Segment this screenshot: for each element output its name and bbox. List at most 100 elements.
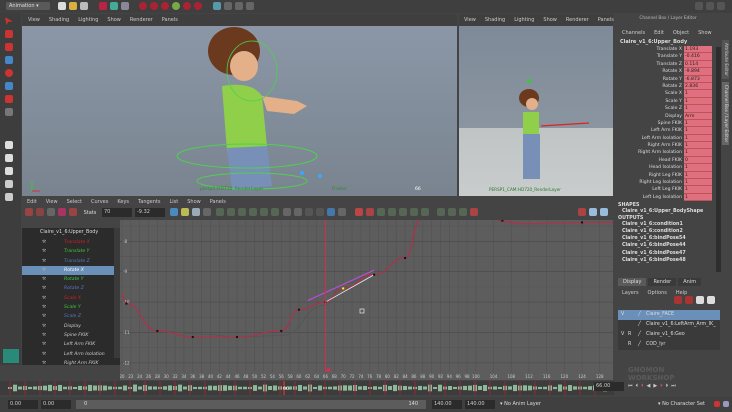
menu-panels[interactable]: Panels bbox=[162, 17, 178, 23]
menu-keys[interactable]: Keys bbox=[117, 199, 129, 205]
channel-row[interactable]: Right Arm Isolation 1 bbox=[614, 149, 722, 157]
post-infinity-cycle-icon[interactable] bbox=[398, 208, 407, 216]
channel-row[interactable]: Left Leg Isolation 1 bbox=[614, 193, 722, 202]
start-time-field[interactable]: 0.00 bbox=[8, 400, 38, 409]
move-tool-icon[interactable] bbox=[5, 56, 13, 64]
auto-tangent-icon[interactable] bbox=[437, 208, 446, 216]
output-node[interactable]: Claire_v1_6:condition2 bbox=[614, 228, 722, 235]
insert-key-icon[interactable] bbox=[36, 208, 44, 216]
menu-curves[interactable]: Curves bbox=[91, 199, 108, 205]
select-hierarchy-icon[interactable] bbox=[98, 2, 107, 10]
channel-value[interactable]: 1 bbox=[684, 164, 712, 172]
new-layer-selected-icon[interactable] bbox=[674, 296, 682, 304]
channel-value[interactable]: 1.193 bbox=[684, 46, 712, 54]
menu-renderer[interactable]: Renderer bbox=[130, 17, 153, 23]
save-scene-icon[interactable] bbox=[80, 2, 88, 10]
channel-box-scrollbar[interactable] bbox=[716, 47, 721, 272]
menu-list[interactable]: List bbox=[169, 199, 178, 205]
unify-tangent-icon[interactable] bbox=[316, 208, 325, 216]
menu-lighting[interactable]: Lighting bbox=[78, 17, 98, 23]
key-stats-icon[interactable] bbox=[354, 208, 363, 216]
menu-shading[interactable]: Shading bbox=[485, 17, 505, 23]
region-icon[interactable] bbox=[58, 208, 66, 216]
toggle-channel-icon[interactable] bbox=[717, 2, 725, 10]
menu-show[interactable]: Show bbox=[107, 17, 121, 23]
tab-render[interactable]: Render bbox=[648, 278, 677, 286]
menu-tangents[interactable]: Tangents bbox=[138, 199, 160, 205]
tab-channel-box[interactable]: Channel Box / Layer Editor bbox=[722, 82, 729, 146]
curve-view-icon[interactable] bbox=[578, 208, 586, 216]
outliner-attribute[interactable]: Rotate Z bbox=[22, 284, 120, 294]
output-node[interactable]: Claire_v1_6:bindPose47 bbox=[614, 250, 722, 257]
layer-color-icon[interactable]: ╱ bbox=[638, 330, 646, 340]
layer-color-icon[interactable]: ╱ bbox=[638, 320, 646, 330]
channel-row[interactable]: Right Arm FKIK 1 bbox=[614, 142, 722, 150]
channel-row[interactable]: Scale X1 bbox=[614, 90, 722, 98]
layer-color-icon[interactable]: ╱ bbox=[638, 340, 646, 350]
viewport-camera[interactable]: View Shading Lighting Show Renderer Panels PE… bbox=[459, 14, 614, 196]
pre-infinity-offset-icon[interactable] bbox=[387, 208, 396, 216]
trax-icon[interactable] bbox=[600, 208, 608, 216]
snap-plane-icon[interactable] bbox=[172, 2, 181, 10]
snap-grid-icon[interactable] bbox=[139, 2, 148, 10]
channel-value[interactable]: 1 bbox=[684, 193, 712, 202]
select-component-icon[interactable] bbox=[120, 2, 129, 10]
channel-row[interactable]: Scale Y1 bbox=[614, 97, 722, 106]
menu-shading[interactable]: Shading bbox=[49, 17, 69, 23]
layer-playback[interactable]: R bbox=[628, 330, 638, 340]
channel-row[interactable]: Rotate Y -6.873 bbox=[614, 75, 722, 83]
layer-visibility[interactable]: V bbox=[618, 330, 628, 340]
channel-row[interactable]: Left Arm FKIK 1 bbox=[614, 127, 722, 135]
go-end-icon[interactable]: ⏭ bbox=[671, 383, 679, 389]
hypershade-icon[interactable] bbox=[245, 2, 254, 10]
outliner-attribute[interactable]: Translate Z bbox=[22, 257, 120, 267]
layer-row[interactable]: V ╱ Claire_FACE bbox=[618, 310, 720, 320]
output-node[interactable]: Claire_v1_6:condition1 bbox=[614, 221, 722, 228]
pin-icon[interactable] bbox=[470, 208, 479, 216]
center-icon[interactable] bbox=[203, 208, 211, 216]
tangent-clamped-icon[interactable] bbox=[226, 208, 235, 216]
menu-view[interactable]: View bbox=[46, 199, 58, 205]
move-key-icon[interactable] bbox=[25, 208, 33, 216]
channel-value[interactable]: 1 bbox=[684, 90, 712, 98]
channel-value[interactable]: 1 bbox=[684, 134, 712, 143]
output-node[interactable]: Claire_v1_6:bindPose54 bbox=[614, 235, 722, 242]
channel-row[interactable]: Right Leg Isolation 1 bbox=[614, 179, 722, 187]
rotate-tool-icon[interactable] bbox=[5, 69, 13, 77]
move-up-icon[interactable] bbox=[696, 296, 704, 304]
render-icon[interactable] bbox=[212, 2, 221, 10]
paint-select-icon[interactable] bbox=[5, 43, 13, 51]
channel-row[interactable]: Translate Y -0.416 bbox=[614, 53, 722, 61]
channel-value[interactable]: 1 bbox=[684, 97, 712, 106]
manipulator-icon[interactable] bbox=[5, 95, 13, 103]
outliner-attribute[interactable]: Right Arm FKIK bbox=[22, 359, 120, 365]
snap-curve-icon[interactable] bbox=[150, 2, 159, 10]
channel-row[interactable]: Display Arm bbox=[614, 112, 722, 120]
outliner-attribute[interactable]: Translate X bbox=[22, 238, 120, 248]
channel-value[interactable]: 1 bbox=[684, 142, 712, 150]
channel-value[interactable]: -9.894 bbox=[684, 68, 712, 76]
layer-playback[interactable]: R bbox=[628, 340, 638, 350]
denormalize-icon[interactable] bbox=[459, 208, 468, 216]
menu-show[interactable]: Show bbox=[187, 199, 201, 205]
channel-row[interactable]: Right Leg FKIK 1 bbox=[614, 171, 722, 180]
layer-row[interactable]: V R ╱ Claire_v1_6:Geo bbox=[618, 330, 720, 340]
channel-row[interactable]: Head FKIK 0 bbox=[614, 156, 722, 165]
menu-edit[interactable]: Edit bbox=[27, 199, 37, 205]
layer-visibility[interactable]: V bbox=[618, 310, 628, 320]
tangent-step-icon[interactable] bbox=[259, 208, 268, 216]
channel-row[interactable]: Rotate X -9.894 bbox=[614, 68, 722, 76]
last-tool-icon[interactable] bbox=[5, 108, 13, 116]
tangent-spline-icon[interactable] bbox=[215, 208, 224, 216]
layer-color-icon[interactable]: ╱ bbox=[638, 310, 646, 320]
frame-playback-icon[interactable] bbox=[192, 208, 200, 216]
snap-point-icon[interactable] bbox=[161, 2, 170, 10]
tab-display[interactable]: Display bbox=[618, 278, 647, 286]
lock-weight-icon[interactable] bbox=[338, 208, 347, 216]
mode-dropdown[interactable]: Animation ▾ bbox=[6, 2, 50, 10]
channel-value[interactable]: 1 bbox=[684, 119, 712, 128]
menu-options[interactable]: Options bbox=[648, 290, 667, 296]
snap-keys-icon[interactable] bbox=[365, 208, 374, 216]
tangent-plateau-icon[interactable] bbox=[270, 208, 279, 216]
buffer-curve-icon[interactable] bbox=[283, 208, 292, 216]
